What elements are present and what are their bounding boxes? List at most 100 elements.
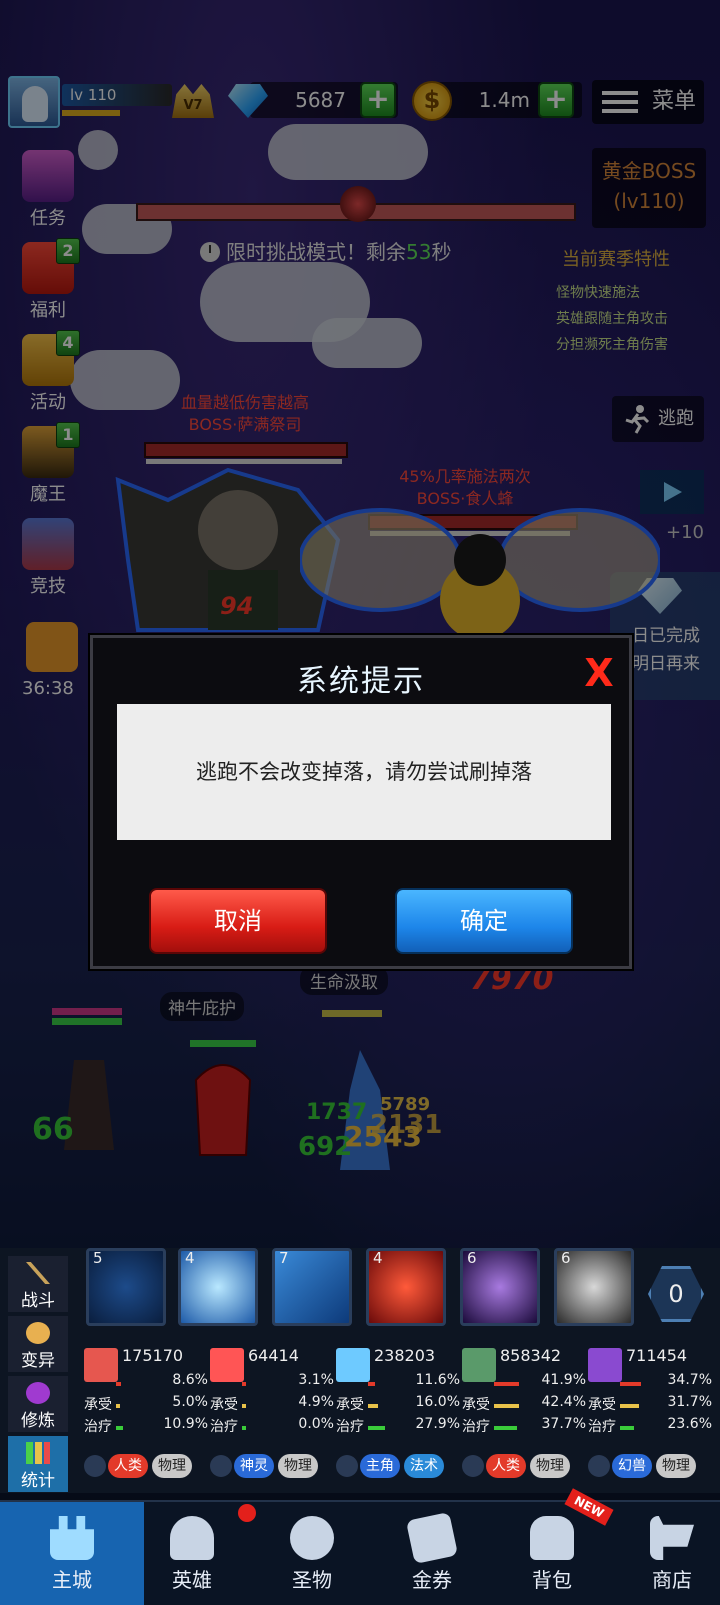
confirm-button[interactable]: 确定 [395, 888, 573, 954]
stat-row: 承受 42.4% [462, 1394, 586, 1414]
stat-percent: 10.9% [163, 1416, 208, 1432]
stat-bar [116, 1426, 123, 1430]
stat-percent: 27.9% [415, 1416, 460, 1432]
skill-slot[interactable]: 4 [178, 1248, 258, 1326]
skill-slot[interactable]: 5 [86, 1248, 166, 1326]
hero-tag: 人类 [486, 1454, 526, 1478]
skill-slot[interactable]: 4 [366, 1248, 446, 1326]
stat-row: 承受 4.9% [210, 1394, 334, 1414]
stat-percent: 37.7% [541, 1416, 586, 1432]
stat-percent: 41.9% [541, 1372, 586, 1388]
notification-dot [238, 1504, 256, 1522]
hero-tag: 物理 [278, 1454, 318, 1478]
stat-label: 治疗 [588, 1419, 616, 1435]
close-icon[interactable]: X [581, 654, 617, 692]
stat-percent: 5.0% [172, 1394, 208, 1410]
hero-tag: 幻兽 [612, 1454, 652, 1478]
hero-tags: 神灵 物理 [210, 1454, 322, 1480]
stat-row: 11.6% [336, 1372, 460, 1392]
shopping-cart-icon [650, 1516, 694, 1560]
crossed-swords-icon [26, 1262, 50, 1284]
stat-bar [242, 1382, 246, 1386]
tab-label: 修炼 [21, 1411, 55, 1431]
stat-row: 承受 5.0% [84, 1394, 208, 1414]
hero-tags: 幻兽 物理 [588, 1454, 700, 1480]
stat-percent: 16.0% [415, 1394, 460, 1410]
stat-bar [494, 1426, 517, 1430]
stat-bar [368, 1426, 385, 1430]
clover-icon [290, 1516, 334, 1560]
stat-row: 承受 31.7% [588, 1394, 712, 1414]
hero-total-damage: 711454 [626, 1346, 688, 1365]
skill-count: 5 [93, 1249, 103, 1267]
ticket-star-icon [405, 1511, 459, 1565]
stat-bar [368, 1404, 378, 1408]
hero-tags: 人类 物理 [462, 1454, 574, 1480]
skill-count: 6 [561, 1249, 571, 1267]
stat-row: 治疗 37.7% [462, 1416, 586, 1436]
dialog-title: 系统提示 [297, 664, 425, 699]
helmet-icon [170, 1516, 214, 1560]
stat-bar [242, 1404, 246, 1408]
nav-label: 圣物 [292, 1568, 332, 1592]
hero-tag: 物理 [656, 1454, 696, 1478]
hero-tag: 物理 [530, 1454, 570, 1478]
skill-count: 6 [467, 1249, 477, 1267]
bottom-nav: 主城 英雄 圣物 金券 背包 商店 [0, 1500, 720, 1605]
vortex-icon [26, 1382, 50, 1404]
skill-slot[interactable]: 7 [272, 1248, 352, 1326]
nav-label: 背包 [532, 1568, 572, 1592]
tab-label: 统计 [21, 1471, 55, 1491]
nav-shop[interactable]: 商店 [600, 1502, 720, 1605]
stat-percent: 8.6% [172, 1372, 208, 1388]
class-icon [462, 1454, 484, 1477]
skill-count: 4 [185, 1249, 195, 1267]
hero-total-damage: 175170 [122, 1346, 184, 1365]
class-icon [588, 1454, 610, 1477]
system-dialog: 系统提示 X 逃跑不会改变掉落，请勿尝试刷掉落 取消 确定 [90, 635, 632, 969]
hero-tag: 主角 [360, 1454, 400, 1478]
dialog-message: 逃跑不会改变掉落，请勿尝试刷掉落 [117, 704, 611, 840]
stat-bar [620, 1426, 635, 1430]
stat-label: 治疗 [462, 1419, 490, 1435]
hero-tag: 神灵 [234, 1454, 274, 1478]
hero-tags: 主角 法术 [336, 1454, 448, 1480]
tab-training[interactable]: 修炼 [8, 1376, 68, 1432]
face-icon [26, 1322, 50, 1344]
stat-percent: 23.6% [667, 1416, 712, 1432]
hero-total-damage: 64414 [248, 1346, 299, 1365]
stat-row: 治疗 0.0% [210, 1416, 334, 1436]
skill-slot[interactable]: 6 [460, 1248, 540, 1326]
hero-tag: 法术 [404, 1454, 444, 1478]
stat-bar [368, 1382, 375, 1386]
stat-row: 治疗 10.9% [84, 1416, 208, 1436]
stat-percent: 31.7% [667, 1394, 712, 1410]
bar-chart-icon [26, 1442, 50, 1464]
hero-tag: 物理 [152, 1454, 192, 1478]
tab-statistics[interactable]: 统计 [8, 1436, 68, 1492]
tab-battle[interactable]: 战斗 [8, 1256, 68, 1312]
hero-tag: 人类 [108, 1454, 148, 1478]
hero-total-damage: 858342 [500, 1346, 562, 1365]
stat-bar [116, 1404, 120, 1408]
stat-percent: 42.4% [541, 1394, 586, 1410]
stat-row: 治疗 27.9% [336, 1416, 460, 1436]
stat-bar [620, 1404, 640, 1408]
class-icon [84, 1454, 106, 1477]
stat-row: 41.9% [462, 1372, 586, 1392]
tab-mutation[interactable]: 变异 [8, 1316, 68, 1372]
skill-count: 4 [373, 1249, 383, 1267]
stat-percent: 3.1% [298, 1372, 334, 1388]
tab-label: 战斗 [21, 1291, 55, 1311]
stat-label: 承受 [210, 1397, 238, 1413]
stat-row: 3.1% [210, 1372, 334, 1392]
stat-bar [494, 1382, 520, 1386]
castle-icon [50, 1516, 94, 1560]
cancel-button[interactable]: 取消 [149, 888, 327, 954]
stat-percent: 11.6% [415, 1372, 460, 1388]
stat-label: 承受 [588, 1397, 616, 1413]
stat-label: 承受 [462, 1397, 490, 1413]
skill-slot[interactable]: 6 [554, 1248, 634, 1326]
stat-row: 8.6% [84, 1372, 208, 1392]
stat-row: 承受 16.0% [336, 1394, 460, 1414]
